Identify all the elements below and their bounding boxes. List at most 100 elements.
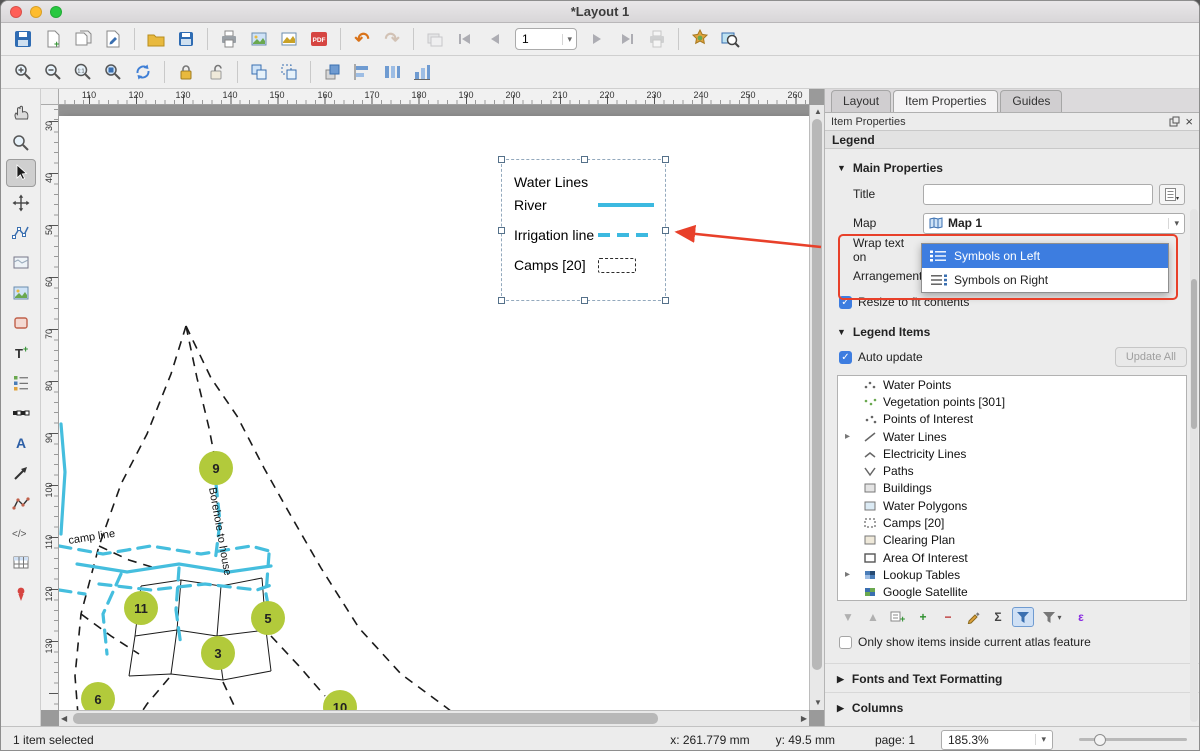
atlas-page-input[interactable] [516,32,556,46]
resize-handle[interactable] [662,227,669,234]
resize-handle[interactable] [581,156,588,163]
option-symbols-on-right[interactable]: Symbols on Right [922,268,1168,292]
zoom-in-button[interactable] [9,59,37,86]
option-symbols-on-left[interactable]: Symbols on Left [922,244,1168,268]
close-panel-icon[interactable]: × [1185,117,1193,127]
legend-item-area-of-interest[interactable]: Area Of Interest [838,549,1186,566]
new-layout-button[interactable]: + [39,26,67,53]
scroll-up-icon[interactable]: ▲ [814,105,822,119]
legend-item-water-polygons[interactable]: Water Polygons [838,497,1186,514]
zoom-slider[interactable] [1079,733,1187,747]
detach-panel-icon[interactable] [1169,116,1180,127]
legend-items-header[interactable]: ▼ Legend Items [825,315,1199,343]
preview-atlas-button[interactable] [421,26,449,53]
save-project-button[interactable] [9,26,37,53]
move-item-content-tool-button[interactable] [6,189,36,217]
add-node-item-tool-button[interactable] [6,489,36,517]
zoom-actual-size-button[interactable]: 1:1 [69,59,97,86]
add-items-from-template-button[interactable] [142,26,170,53]
chevron-down-icon[interactable]: ▾ [562,34,576,45]
edit-item-button[interactable] [962,607,984,627]
add-map-tool-button[interactable] [6,249,36,277]
scroll-down-icon[interactable]: ▼ [814,696,822,710]
resize-to-fit-checkbox[interactable]: ✓ [839,296,852,309]
add-group-button[interactable]: + [887,607,909,627]
export-pdf-button[interactable]: PDF [305,26,333,53]
expand-icon[interactable]: ▸ [845,431,850,442]
first-feature-button[interactable] [451,26,479,53]
legend-item-vegetation-points[interactable]: Vegetation points [301] [838,393,1186,410]
add-layer-button[interactable]: + [912,607,934,627]
add-dynamic-text-tool-button[interactable]: A [6,429,36,457]
legend-item-water-lines[interactable]: ▸Water Lines [838,428,1186,445]
move-item-down-button[interactable]: ▼ [837,607,859,627]
expand-icon[interactable]: ▸ [845,569,850,580]
panel-scrollbar[interactable] [1190,209,1198,722]
refresh-view-button[interactable] [129,59,157,86]
zoom-to-extent-button[interactable] [716,26,744,53]
legend-item-electricity-lines[interactable]: Electricity Lines [838,445,1186,462]
lock-items-button[interactable] [172,59,200,86]
select-move-item-tool-button[interactable] [6,159,36,187]
add-arrow-tool-button[interactable] [6,459,36,487]
vertical-scrollbar[interactable]: ▲ ▼ [809,105,824,710]
tab-item-properties[interactable]: Item Properties [893,90,998,112]
map-select-combo[interactable]: Map 1 ▾ [923,213,1185,234]
zoom-tool-button[interactable] [6,129,36,157]
atlas-page-combo[interactable]: ▾ [515,28,577,50]
columns-section-header[interactable]: ▶ Columns [825,692,1199,721]
fonts-section-header[interactable]: ▶ Fonts and Text Formatting [825,663,1199,692]
add-html-tool-button[interactable]: </> [6,519,36,547]
legend-item-clearing-plan[interactable]: Clearing Plan [838,532,1186,549]
print-button[interactable] [215,26,243,53]
print-atlas-button[interactable] [643,26,671,53]
next-feature-button[interactable] [583,26,611,53]
legend-item-lookup-tables[interactable]: ▸Lookup Tables [838,566,1186,583]
export-image-button[interactable] [245,26,273,53]
add-label-tool-button[interactable]: T+ [6,339,36,367]
legend-item-points-of-interest[interactable]: Points of Interest [838,411,1186,428]
layout-manager-button[interactable] [99,26,127,53]
resize-items-button[interactable] [408,59,436,86]
remove-item-button[interactable]: − [937,607,959,627]
duplicate-layout-button[interactable] [69,26,97,53]
legend-item-paths[interactable]: Paths [838,462,1186,479]
ungroup-items-button[interactable] [275,59,303,86]
zoom-slider-thumb[interactable] [1094,734,1106,746]
previous-feature-button[interactable] [481,26,509,53]
resize-handle[interactable] [581,297,588,304]
resize-handle[interactable] [662,156,669,163]
add-picture-tool-button[interactable] [6,279,36,307]
zoom-out-button[interactable] [39,59,67,86]
group-items-button[interactable] [245,59,273,86]
tab-guides[interactable]: Guides [1000,90,1062,112]
resize-handle[interactable] [498,227,505,234]
align-items-button[interactable] [348,59,376,86]
data-defined-override-button[interactable] [1159,184,1185,205]
page-viewport[interactable]: 9 11 5 3 6 10 camp line Borehole to hous… [59,105,809,710]
panel-scroll-thumb[interactable] [1191,279,1197,429]
legend-title-input[interactable] [923,184,1153,205]
main-properties-header[interactable]: ▼ Main Properties [825,155,1199,179]
tab-layout[interactable]: Layout [831,90,891,112]
export-svg-button[interactable] [275,26,303,53]
layout-canvas[interactable]: 110 120 130 140 150 160 170 180 190 200 … [41,89,824,726]
filter-by-expression-button[interactable]: ▾ [1037,607,1067,627]
add-legend-tool-button[interactable] [6,369,36,397]
legend-items-list[interactable]: Water Points Vegetation points [301] Poi… [837,375,1187,601]
scroll-left-icon[interactable]: ◀ [61,712,67,726]
redo-button[interactable]: ↷ [378,26,406,53]
atlas-filter-checkbox[interactable] [839,636,852,649]
move-item-up-button[interactable]: ▲ [862,607,884,627]
save-as-template-button[interactable] [172,26,200,53]
update-all-button[interactable]: Update All [1115,347,1187,367]
scroll-right-icon[interactable]: ▶ [801,712,807,726]
horizontal-scrollbar[interactable]: ◀ ▶ [59,710,809,726]
legend-item-google-satellite[interactable]: Google Satellite [838,584,1186,601]
zoom-full-button[interactable] [99,59,127,86]
resize-handle[interactable] [498,156,505,163]
raise-items-button[interactable] [318,59,346,86]
legend-item-water-points[interactable]: Water Points [838,376,1186,393]
pan-tool-button[interactable] [6,99,36,127]
undo-button[interactable]: ↶ [348,26,376,53]
